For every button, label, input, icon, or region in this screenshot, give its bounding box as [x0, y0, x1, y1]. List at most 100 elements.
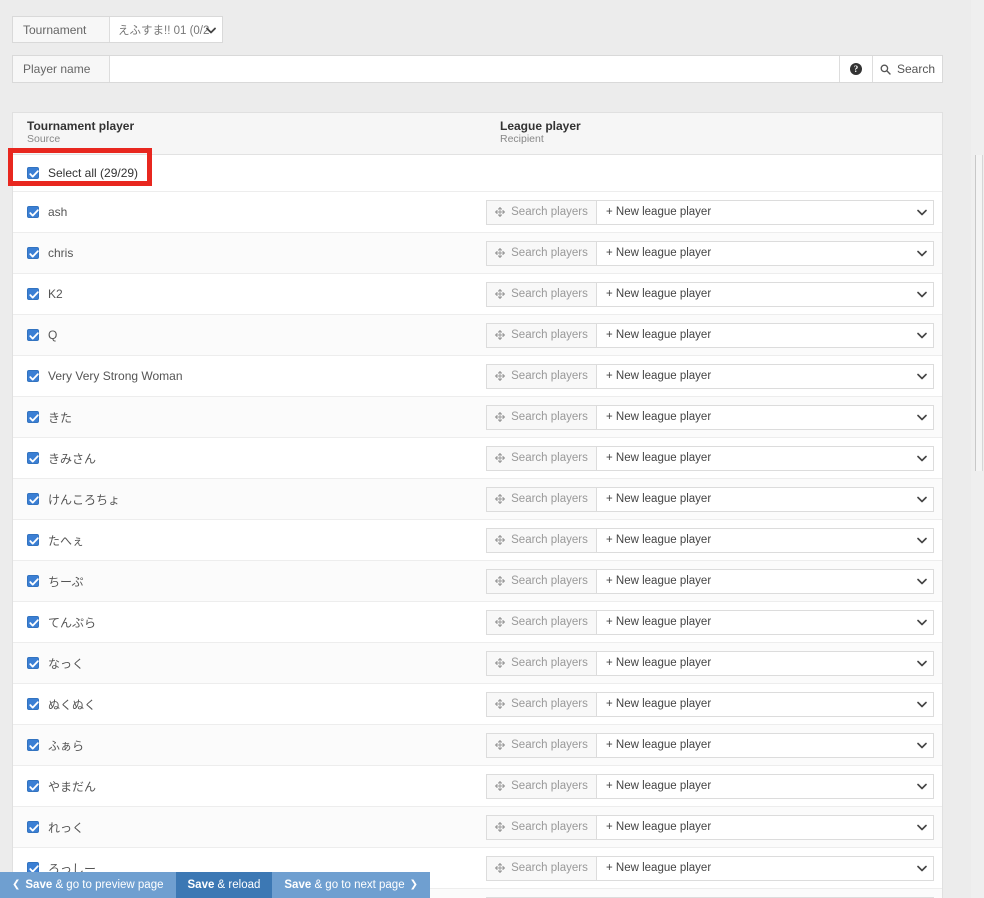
- search-players-button[interactable]: Search players: [486, 855, 596, 881]
- search-players-button[interactable]: Search players: [486, 363, 596, 389]
- row-checkbox[interactable]: [27, 780, 39, 792]
- save-go-to-preview-page-button[interactable]: ❮ Save & go to preview page: [0, 872, 176, 898]
- chevron-down-icon: [917, 741, 927, 750]
- league-player-controls: Search players + New league player: [486, 363, 934, 389]
- league-player-select[interactable]: + New league player: [596, 363, 934, 389]
- league-player-select[interactable]: + New league player: [596, 445, 934, 471]
- league-player-cell: Search players + New league player: [486, 281, 942, 307]
- row-checkbox[interactable]: [27, 739, 39, 751]
- tournament-player-cell: ぬくぬく: [13, 696, 486, 713]
- search-players-button[interactable]: Search players: [486, 445, 596, 471]
- league-player-controls: Search players + New league player: [486, 322, 934, 348]
- league-player-select[interactable]: + New league player: [596, 281, 934, 307]
- move-arrows-icon: [495, 576, 506, 586]
- search-players-button[interactable]: Search players: [486, 322, 596, 348]
- league-player-select[interactable]: + New league player: [596, 568, 934, 594]
- select-all-label: Select all (29/29): [48, 166, 139, 180]
- tournament-player-cell: K2: [13, 287, 486, 301]
- chevron-down-icon: [917, 331, 927, 340]
- league-player-select[interactable]: + New league player: [596, 691, 934, 717]
- player-name-filter-row: Player name ? Search: [12, 55, 943, 83]
- row-checkbox[interactable]: [27, 411, 39, 423]
- save-go-to-next-page-button[interactable]: Save & go to next page ❯: [272, 872, 430, 898]
- player-name-text: なっく: [48, 656, 85, 671]
- league-player-select[interactable]: + New league player: [596, 322, 934, 348]
- player-name-input[interactable]: [110, 56, 839, 82]
- row-checkbox[interactable]: [27, 493, 39, 505]
- row-checkbox[interactable]: [27, 698, 39, 710]
- search-players-button[interactable]: Search players: [486, 773, 596, 799]
- table-header: Tournament player Source League player R…: [13, 113, 942, 155]
- search-players-button[interactable]: Search players: [486, 732, 596, 758]
- league-player-select[interactable]: + New league player: [596, 240, 934, 266]
- player-name-label: Player name: [13, 56, 110, 82]
- search-players-label: Search players: [511, 780, 588, 792]
- header-tournament-player: Tournament player: [27, 119, 135, 133]
- row-checkbox[interactable]: [27, 452, 39, 464]
- search-players-button[interactable]: Search players: [486, 650, 596, 676]
- chevron-down-icon: [917, 659, 927, 668]
- league-player-select[interactable]: + New league player: [596, 732, 934, 758]
- league-player-controls: Search players + New league player: [486, 527, 934, 553]
- move-arrows-icon: [495, 371, 506, 381]
- chevron-down-icon: [917, 495, 927, 504]
- player-name-text: きた: [48, 410, 73, 425]
- row-checkbox[interactable]: [27, 370, 39, 382]
- league-player-select[interactable]: + New league player: [596, 855, 934, 881]
- row-checkbox[interactable]: [27, 616, 39, 628]
- tournament-select[interactable]: えふすま!! 01 (0/2: [110, 17, 222, 42]
- row-checkbox[interactable]: [27, 534, 39, 546]
- row-checkbox[interactable]: [27, 575, 39, 587]
- search-button-label: Search: [896, 62, 936, 76]
- search-players-button[interactable]: Search players: [486, 609, 596, 635]
- league-player-cell: Search players + New league player: [486, 363, 942, 389]
- league-player-cell: Search players + New league player: [486, 650, 942, 676]
- league-player-cell: Search players + New league player: [486, 609, 942, 635]
- row-checkbox[interactable]: [27, 288, 39, 300]
- save-and-reload-button[interactable]: Save & reload: [175, 872, 273, 898]
- search-players-button[interactable]: Search players: [486, 527, 596, 553]
- search-players-button[interactable]: Search players: [486, 568, 596, 594]
- league-player-select-value: + New league player: [606, 370, 712, 382]
- vertical-scrollbar-thumb[interactable]: [975, 155, 983, 471]
- table-row: ふぁら Search players + New league player: [13, 725, 942, 766]
- search-players-button[interactable]: Search players: [486, 199, 596, 225]
- table-row: なっく Search players + New league player: [13, 643, 942, 684]
- tournament-player-cell: きみさん: [13, 450, 486, 467]
- league-player-select[interactable]: + New league player: [596, 650, 934, 676]
- search-players-label: Search players: [511, 370, 588, 382]
- row-checkbox[interactable]: [27, 657, 39, 669]
- select-all-checkbox[interactable]: [27, 167, 39, 179]
- search-players-button[interactable]: Search players: [486, 814, 596, 840]
- search-players-label: Search players: [511, 616, 588, 628]
- row-checkbox[interactable]: [27, 329, 39, 341]
- search-players-button[interactable]: Search players: [486, 281, 596, 307]
- search-players-button[interactable]: Search players: [486, 691, 596, 717]
- table-row: やまだん Search players + New league player: [13, 766, 942, 807]
- tournament-player-cell: ash: [13, 205, 486, 219]
- league-player-select[interactable]: + New league player: [596, 814, 934, 840]
- league-player-select[interactable]: + New league player: [596, 199, 934, 225]
- search-players-label: Search players: [511, 862, 588, 874]
- league-player-select[interactable]: + New league player: [596, 404, 934, 430]
- move-arrows-icon: [495, 535, 506, 545]
- search-players-button[interactable]: Search players: [486, 404, 596, 430]
- search-players-button[interactable]: Search players: [486, 240, 596, 266]
- player-name-text: ぬくぬく: [48, 697, 97, 712]
- row-checkbox[interactable]: [27, 206, 39, 218]
- league-player-controls: Search players + New league player: [486, 609, 934, 635]
- chevron-down-icon: [917, 577, 927, 586]
- help-button[interactable]: ?: [839, 56, 872, 82]
- row-checkbox[interactable]: [27, 247, 39, 259]
- league-player-select-value: + New league player: [606, 247, 712, 259]
- league-player-select[interactable]: + New league player: [596, 609, 934, 635]
- league-player-select[interactable]: + New league player: [596, 486, 934, 512]
- league-player-select[interactable]: + New league player: [596, 527, 934, 553]
- search-button[interactable]: Search: [872, 56, 942, 82]
- chevron-down-icon: [917, 249, 927, 258]
- table-body: ash Search players + New league player chri…: [13, 192, 942, 898]
- header-source-sub: Source: [27, 133, 61, 145]
- search-players-button[interactable]: Search players: [486, 486, 596, 512]
- row-checkbox[interactable]: [27, 821, 39, 833]
- league-player-select[interactable]: + New league player: [596, 773, 934, 799]
